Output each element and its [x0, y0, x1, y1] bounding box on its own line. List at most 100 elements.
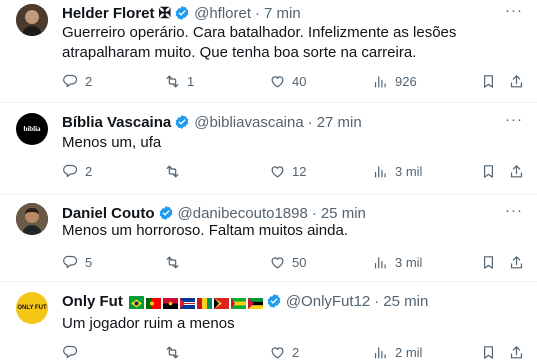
repost-button[interactable]	[164, 252, 187, 272]
avatar-logo-text: bíblia	[23, 125, 41, 133]
like-button[interactable]: 50	[269, 252, 306, 272]
bookmark-icon	[484, 345, 493, 359]
like-count: 12	[292, 163, 307, 179]
views-icon	[374, 75, 386, 87]
bookmark-button[interactable]	[480, 71, 497, 91]
like-count: 40	[292, 73, 307, 89]
flag-icon	[213, 296, 229, 309]
view-count: 2 mil	[395, 344, 423, 360]
flag-icon	[145, 296, 161, 309]
repost-icon	[166, 75, 179, 87]
views-icon	[374, 165, 386, 177]
share-icon	[510, 164, 523, 177]
timestamp[interactable]: 25 min	[383, 293, 428, 310]
tweet-biblia-vascaina[interactable]: bíblia Bíblia Vascaina @bibliavascaina ·…	[0, 103, 537, 195]
share-button[interactable]	[508, 71, 525, 91]
bookmark-icon	[484, 255, 493, 269]
flag-icon	[196, 296, 212, 309]
tweet-text: Guerreiro operário. Cara batalhador. Inf…	[62, 24, 457, 61]
reply-button[interactable]: 5	[62, 252, 92, 272]
repost-icon	[166, 165, 179, 177]
timestamp[interactable]: 7 min	[264, 5, 301, 22]
more-icon[interactable]: ···	[505, 202, 523, 219]
user-handle[interactable]: @OnlyFut12	[286, 293, 370, 310]
flag-icon	[162, 296, 178, 309]
display-name[interactable]: Helder Floret	[62, 5, 155, 22]
share-button[interactable]	[508, 342, 525, 362]
share-icon	[510, 255, 523, 268]
avatar-logo-text: ONLY FUT	[17, 304, 47, 311]
timestamp[interactable]: 27 min	[317, 114, 362, 131]
like-button[interactable]: 12	[269, 161, 306, 181]
user-handle[interactable]: @danibecouto1898	[178, 205, 308, 222]
repost-button[interactable]	[164, 342, 187, 362]
tweet-text: Menos um, ufa	[62, 134, 162, 151]
avatar[interactable]: bíblia	[16, 113, 48, 145]
bookmark-icon	[484, 164, 493, 178]
user-handle[interactable]: @bibliavascaina	[194, 114, 303, 131]
tweet-helder-floret[interactable]: Helder Floret ✠ @hfloret · 7 min ··· Gue…	[0, 0, 537, 103]
repost-icon	[166, 346, 179, 358]
views-button[interactable]: 3 mil	[372, 161, 422, 181]
reply-icon	[63, 164, 78, 177]
like-count: 50	[292, 254, 307, 270]
more-icon[interactable]: ···	[505, 2, 523, 19]
reply-icon	[63, 74, 78, 87]
separator-dot: ·	[374, 292, 380, 310]
user-handle[interactable]: @hfloret	[194, 5, 251, 22]
like-button[interactable]: 2	[269, 342, 299, 362]
bookmark-button[interactable]	[480, 161, 497, 181]
action-bar: 2 12 3 mil	[62, 161, 528, 181]
reply-icon	[63, 345, 78, 358]
avatar[interactable]	[16, 4, 48, 36]
bookmark-button[interactable]	[480, 342, 497, 362]
repost-icon	[166, 256, 179, 268]
share-button[interactable]	[508, 252, 525, 272]
tweet-text: Menos um horroroso. Faltam muitos ainda.	[62, 222, 348, 239]
action-bar: 2 1 40 926	[62, 71, 528, 91]
reply-count: 5	[85, 254, 93, 270]
views-button[interactable]: 926	[372, 71, 417, 91]
reply-button[interactable]: 2	[62, 161, 92, 181]
verified-badge-icon	[175, 114, 190, 130]
share-icon	[510, 345, 523, 358]
timestamp[interactable]: 25 min	[321, 205, 366, 222]
repost-count: 1	[187, 73, 195, 89]
view-count: 3 mil	[395, 163, 423, 179]
repost-button[interactable]: 1	[164, 71, 194, 91]
tweet-only-fut[interactable]: ONLY FUT Only Fut @OnlyFut12 · 25 min Um…	[0, 282, 537, 362]
views-icon	[374, 346, 386, 358]
avatar[interactable]	[16, 203, 48, 235]
like-icon	[271, 256, 284, 268]
action-bar: 2 2 mil	[62, 342, 528, 362]
share-icon	[510, 74, 523, 87]
repost-button[interactable]	[164, 161, 187, 181]
view-count: 3 mil	[395, 254, 423, 270]
flag-emojis	[127, 295, 263, 309]
tweet-daniel-couto[interactable]: Daniel Couto @danibecouto1898 · 25 min ·…	[0, 195, 537, 282]
separator-dot: ·	[307, 113, 313, 131]
bookmark-button[interactable]	[480, 252, 497, 272]
share-button[interactable]	[508, 161, 525, 181]
reply-icon	[63, 255, 78, 268]
display-name[interactable]: Bíblia Vascaina	[62, 114, 171, 131]
avatar[interactable]: ONLY FUT	[16, 292, 48, 324]
verified-badge-icon	[158, 205, 173, 221]
reply-count: 2	[85, 163, 93, 179]
more-icon[interactable]: ···	[505, 111, 523, 128]
like-button[interactable]: 40	[269, 71, 306, 91]
display-name[interactable]: Only Fut	[62, 293, 123, 310]
display-name[interactable]: Daniel Couto	[62, 205, 155, 222]
flag-icon	[247, 296, 263, 309]
views-button[interactable]: 2 mil	[372, 342, 422, 362]
action-bar: 5 50 3 mil	[62, 252, 528, 272]
like-count: 2	[292, 344, 300, 360]
like-icon	[271, 346, 284, 358]
views-icon	[374, 256, 386, 268]
reply-button[interactable]: 2	[62, 71, 92, 91]
view-count: 926	[395, 73, 417, 89]
tweet-text: Um jogador ruim a menos	[62, 315, 235, 332]
like-icon	[271, 165, 284, 177]
reply-button[interactable]	[62, 342, 85, 362]
views-button[interactable]: 3 mil	[372, 252, 422, 272]
